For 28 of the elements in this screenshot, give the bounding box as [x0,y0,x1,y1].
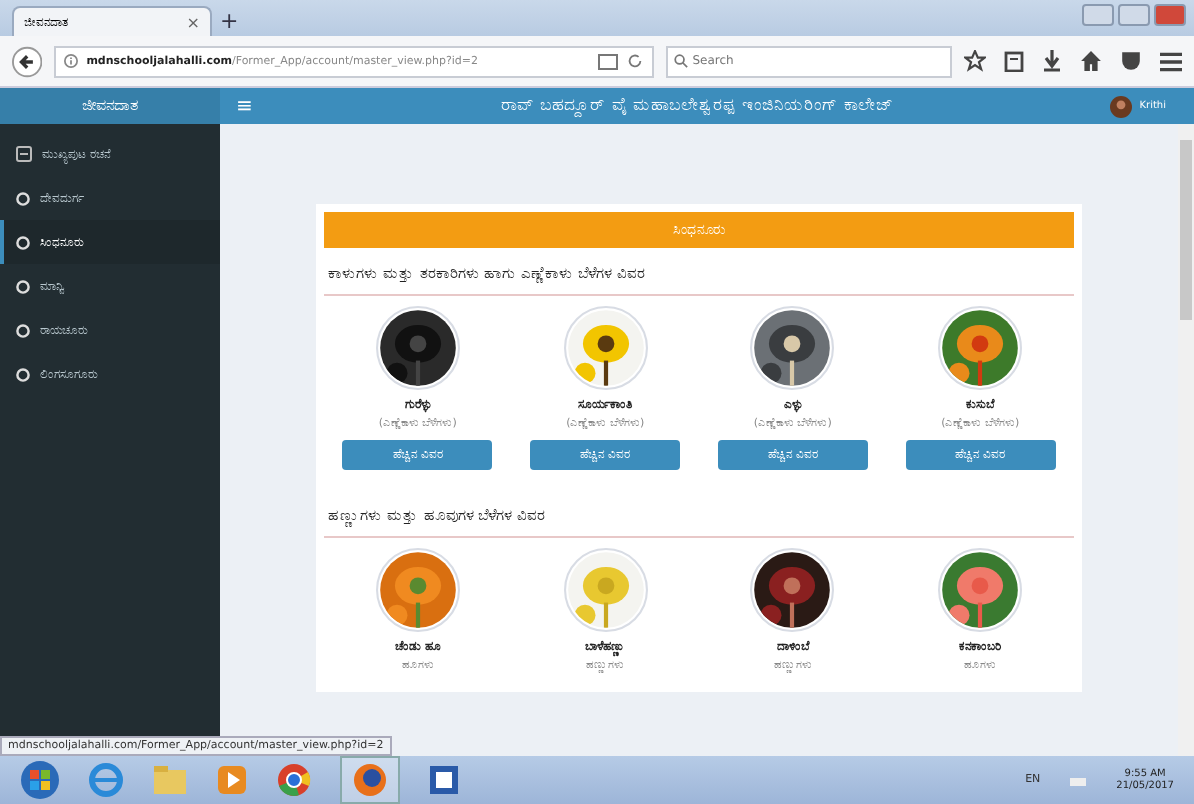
dashboard-icon [16,146,32,162]
info-icon[interactable] [64,54,79,68]
chrome-icon[interactable] [276,762,312,798]
home-icon[interactable] [1080,50,1102,72]
document-icon[interactable] [428,764,460,796]
avatar-icon[interactable] [1109,95,1132,117]
circle-icon [16,279,30,293]
star-icon[interactable] [964,50,986,72]
college-title: ರಾವ್ ಬಹದ್ದೂರ್ ವೈ ಮಹಾಬಲೇಶ್ವರಪ್ಪ ಇಂಜಿನಿಯರಿಂಗ್ ಕಾಲೇಜ್ [500,96,896,116]
reload-icon[interactable] [626,52,645,70]
new-tab-button[interactable]: + [220,6,239,36]
sidebar-toggle[interactable]: ≡ [236,95,253,117]
firefox-taskbar-button[interactable] [340,756,400,804]
circle-icon [16,367,30,381]
shield-icon[interactable] [1120,50,1142,72]
search-icon [674,54,689,68]
back-icon[interactable] [12,45,43,77]
download-icon[interactable] [1042,50,1062,72]
scrollbar[interactable] [1178,124,1194,756]
circle-icon [16,323,30,337]
app-brand[interactable]: ಜೀವನದಾತ [0,88,220,124]
circle-icon [16,235,30,249]
media-player-icon[interactable] [216,764,248,796]
circle-icon [16,191,30,205]
menu-icon[interactable] [1160,51,1182,71]
close-tab-button[interactable]: × [186,13,200,31]
firefox-icon [352,762,388,798]
start-icon[interactable] [20,760,60,800]
